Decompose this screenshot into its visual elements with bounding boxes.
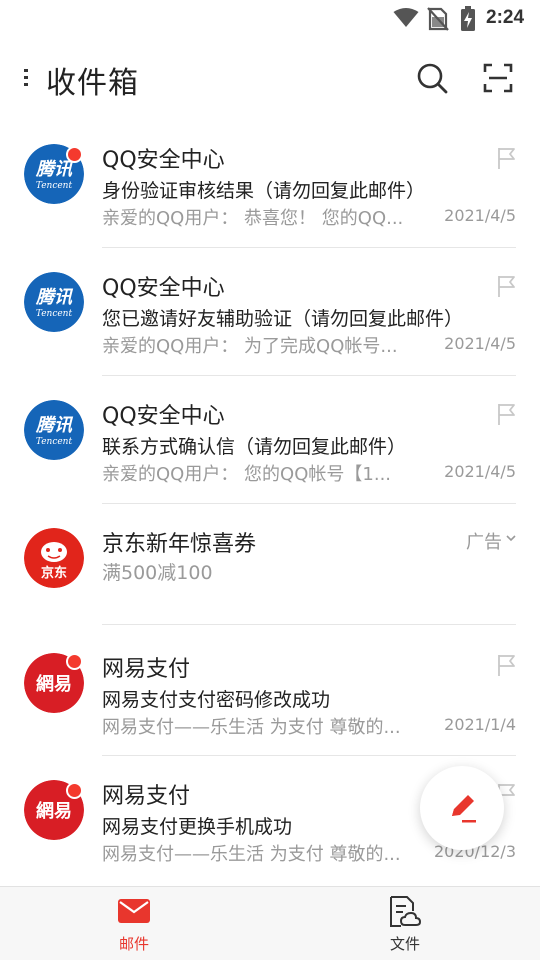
- mail-sender: 网易支付: [102, 657, 191, 682]
- page-title[interactable]: 收件箱: [46, 58, 139, 102]
- flag-icon[interactable]: [496, 274, 518, 298]
- file-cloud-icon: [390, 896, 421, 927]
- flag-icon[interactable]: [496, 653, 518, 677]
- tab-files[interactable]: 文件: [335, 887, 475, 960]
- flag-icon[interactable]: [496, 146, 518, 170]
- unread-dot: [66, 782, 83, 799]
- no-sim-icon: [427, 7, 449, 31]
- tab-files-label: 文件: [389, 935, 420, 953]
- mail-date: 2021/1/4: [444, 715, 516, 734]
- mail-item[interactable]: 網易 网易支付 网易支付支付密码修改成功 网易支付——乐生活 为支付 尊敬的..…: [0, 625, 540, 756]
- mail-date: 2021/4/5: [444, 462, 516, 481]
- mail-subject: 身份验证审核结果（请勿回复此邮件）: [102, 180, 426, 202]
- mail-item[interactable]: 腾讯 Tencent QQ安全中心 身份验证审核结果（请勿回复此邮件） 亲爱的Q…: [0, 120, 540, 248]
- ad-label[interactable]: 广告: [466, 528, 502, 554]
- unread-dot: [66, 146, 83, 163]
- app-header: 收件箱: [0, 48, 540, 108]
- ad-description: 满500减100: [102, 562, 213, 584]
- svg-text:腾讯: 腾讯: [35, 415, 74, 436]
- tencent-avatar: 腾讯 Tencent: [24, 400, 84, 460]
- svg-text:京东: 京东: [41, 565, 67, 581]
- mail-sender: 网易支付: [102, 784, 191, 809]
- ad-title: 京东新年惊喜券: [102, 532, 257, 557]
- scan-button[interactable]: [480, 60, 516, 96]
- mail-preview: 亲爱的QQ用户： 为了完成QQ帐号...: [102, 336, 398, 357]
- mail-icon: [118, 899, 150, 923]
- tencent-logo-icon: 腾讯 Tencent: [24, 400, 84, 460]
- mail-preview: 网易支付——乐生活 为支付 尊敬的...: [102, 717, 401, 738]
- scan-icon: [483, 63, 513, 93]
- tab-mail-label: 邮件: [118, 935, 149, 953]
- search-button[interactable]: [414, 60, 450, 96]
- mail-subject: 联系方式确认信（请勿回复此邮件）: [102, 436, 407, 458]
- search-icon: [417, 63, 448, 94]
- pencil-icon: [452, 795, 476, 823]
- flag-icon[interactable]: [496, 402, 518, 426]
- mail-subject: 您已邀请好友辅助验证（请勿回复此邮件）: [102, 308, 464, 330]
- mail-item[interactable]: 腾讯 Tencent QQ安全中心 您已邀请好友辅助验证（请勿回复此邮件） 亲爱…: [0, 248, 540, 376]
- mail-sender: QQ安全中心: [102, 404, 225, 429]
- mail-preview: 亲爱的QQ用户： 您的QQ帐号【1...: [102, 464, 392, 485]
- bottom-nav: 邮件 文件: [0, 886, 540, 960]
- jd-avatar: 京东: [24, 528, 84, 588]
- status-time: 2:24: [486, 7, 525, 28]
- wifi-icon: [393, 8, 419, 27]
- mail-preview: 网易支付——乐生活 为支付 尊敬的...: [102, 844, 401, 865]
- tab-mail[interactable]: 邮件: [64, 887, 204, 960]
- svg-text:網易: 網易: [36, 800, 72, 822]
- tencent-logo-icon: 腾讯 Tencent: [24, 272, 84, 332]
- svg-text:Tencent: Tencent: [36, 437, 73, 447]
- menu-icon[interactable]: [22, 66, 38, 90]
- compose-button[interactable]: [420, 766, 504, 850]
- svg-text:腾讯: 腾讯: [35, 287, 74, 308]
- svg-text:網易: 網易: [36, 673, 72, 695]
- battery-charging-icon: [461, 6, 475, 31]
- mail-date: 2021/4/5: [444, 334, 516, 353]
- unread-dot: [66, 653, 83, 670]
- jd-logo-icon: 京东: [24, 528, 84, 588]
- mail-subject: 网易支付支付密码修改成功: [102, 689, 331, 711]
- ad-item[interactable]: 京东 京东新年惊喜券 满500减100 广告: [0, 504, 540, 625]
- svg-text:Tencent: Tencent: [36, 309, 73, 319]
- status-bar: 2:24: [0, 0, 540, 36]
- tencent-avatar: 腾讯 Tencent: [24, 272, 84, 332]
- mail-sender: QQ安全中心: [102, 148, 225, 173]
- svg-text:腾讯: 腾讯: [35, 159, 74, 180]
- mail-preview: 亲爱的QQ用户： 恭喜您！ 您的QQ...: [102, 208, 404, 229]
- chevron-down-icon[interactable]: [505, 533, 517, 543]
- mail-sender: QQ安全中心: [102, 276, 225, 301]
- mail-item[interactable]: 腾讯 Tencent QQ安全中心 联系方式确认信（请勿回复此邮件） 亲爱的QQ…: [0, 376, 540, 504]
- mail-date: 2021/4/5: [444, 206, 516, 225]
- svg-text:Tencent: Tencent: [36, 181, 73, 191]
